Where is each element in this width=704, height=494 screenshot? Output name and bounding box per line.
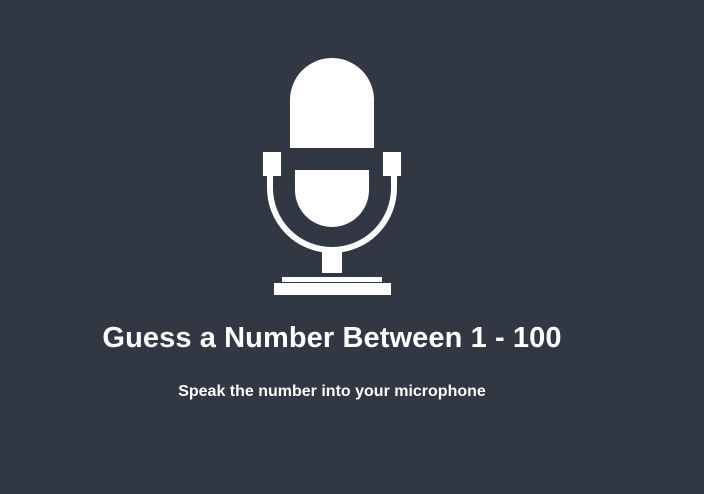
page-title: Guess a Number Between 1 - 100 <box>102 322 562 354</box>
instructions-text: Speak the number into your microphone <box>178 383 486 400</box>
microphone-icon[interactable] <box>256 55 408 300</box>
